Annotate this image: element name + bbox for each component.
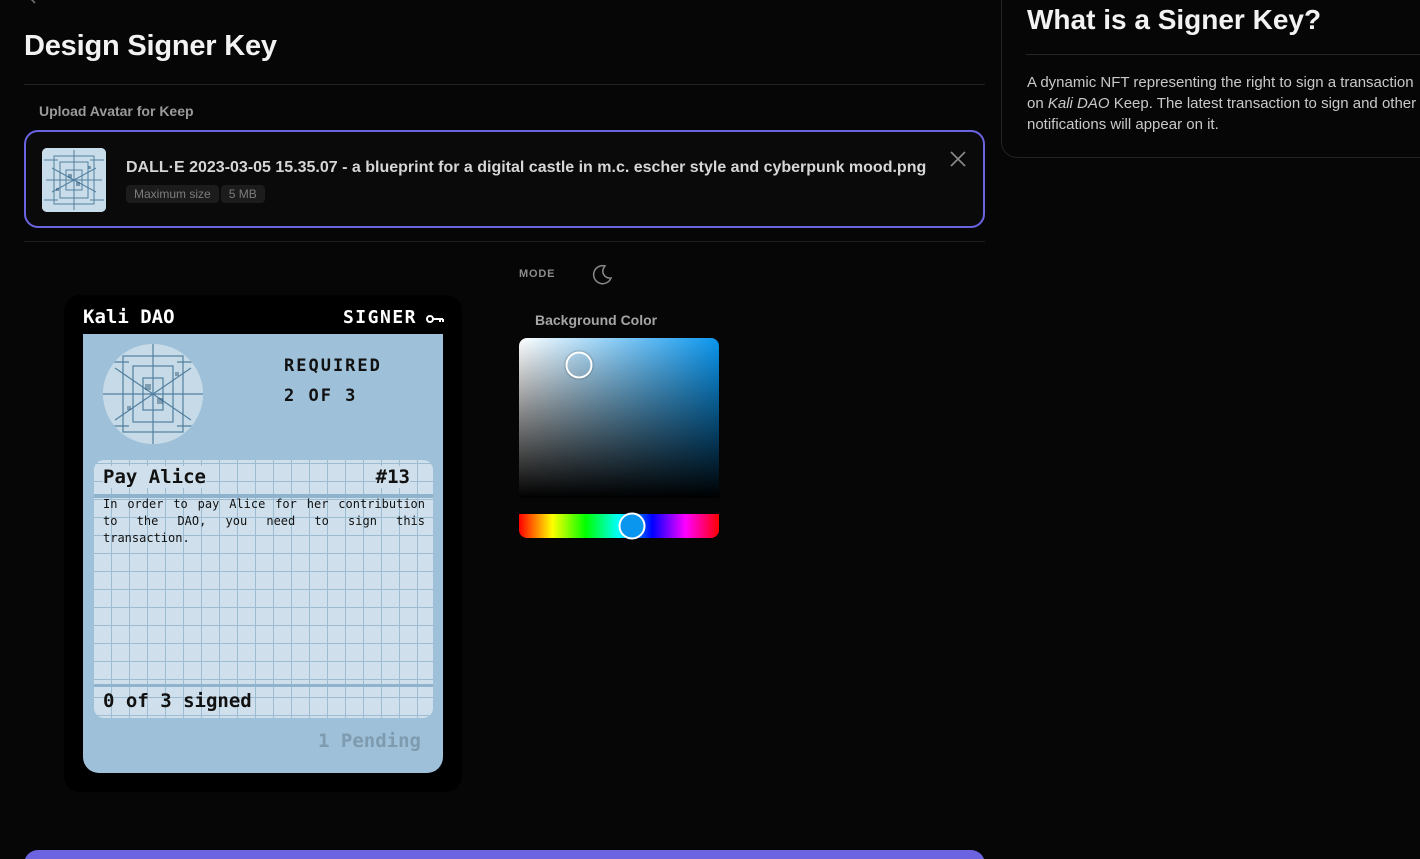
divider (24, 84, 985, 85)
max-size-label: Maximum size (126, 185, 219, 203)
card-org-name: Kali DAO (83, 306, 175, 328)
background-color-label: Background Color (535, 312, 658, 328)
transaction-panel: Pay Alice #13 In order to pay Alice for … (94, 460, 433, 718)
signer-key-card: Kali DAO SIGNER REQUIRED 2 OF 3 Pay Alic… (64, 295, 462, 792)
key-icon (426, 312, 444, 324)
card-body: REQUIRED 2 OF 3 Pay Alice #13 In order t… (83, 334, 443, 773)
page-title: Design Signer Key (24, 30, 277, 62)
info-text-emphasis: Kali DAO (1047, 95, 1110, 112)
saturation-picker[interactable] (519, 338, 719, 498)
hue-slider[interactable] (519, 512, 719, 540)
max-size-info: Maximum size 5 MB (126, 185, 265, 203)
remove-file-button[interactable] (949, 150, 967, 168)
pending-count: 1 Pending (318, 730, 421, 752)
required-label: REQUIRED (284, 356, 382, 376)
divider (1026, 54, 1420, 55)
upload-label: Upload Avatar for Keep (39, 103, 194, 119)
info-title: What is a Signer Key? (1027, 4, 1322, 35)
divider (24, 241, 985, 242)
close-icon (950, 151, 966, 167)
transaction-description: In order to pay Alice for her contributi… (103, 497, 425, 545)
saturation-handle[interactable] (565, 351, 593, 379)
transaction-number: #13 (375, 466, 410, 488)
card-avatar (103, 344, 203, 444)
mode-label: MODE (519, 268, 556, 280)
info-text: A dynamic NFT representing the right to … (1027, 72, 1420, 135)
submit-button[interactable] (24, 850, 985, 859)
hue-handle[interactable] (618, 512, 646, 540)
signed-status: 0 of 3 signed (103, 690, 252, 712)
info-panel: What is a Signer Key? A dynamic NFT repr… (1001, 0, 1420, 158)
max-size-value: 5 MB (220, 185, 265, 203)
uploaded-file-name: DALL·E 2023-03-05 15.35.07 - a blueprint… (126, 159, 927, 176)
divider (94, 684, 433, 687)
back-chevron-icon[interactable] (26, 0, 40, 4)
moon-icon[interactable] (591, 263, 613, 285)
transaction-title: Pay Alice (103, 466, 206, 488)
upload-dropzone[interactable]: DALL·E 2023-03-05 15.35.07 - a blueprint… (24, 130, 985, 228)
avatar-thumbnail (42, 148, 106, 212)
card-signer-badge: SIGNER (342, 307, 417, 328)
required-value: 2 OF 3 (284, 386, 358, 406)
